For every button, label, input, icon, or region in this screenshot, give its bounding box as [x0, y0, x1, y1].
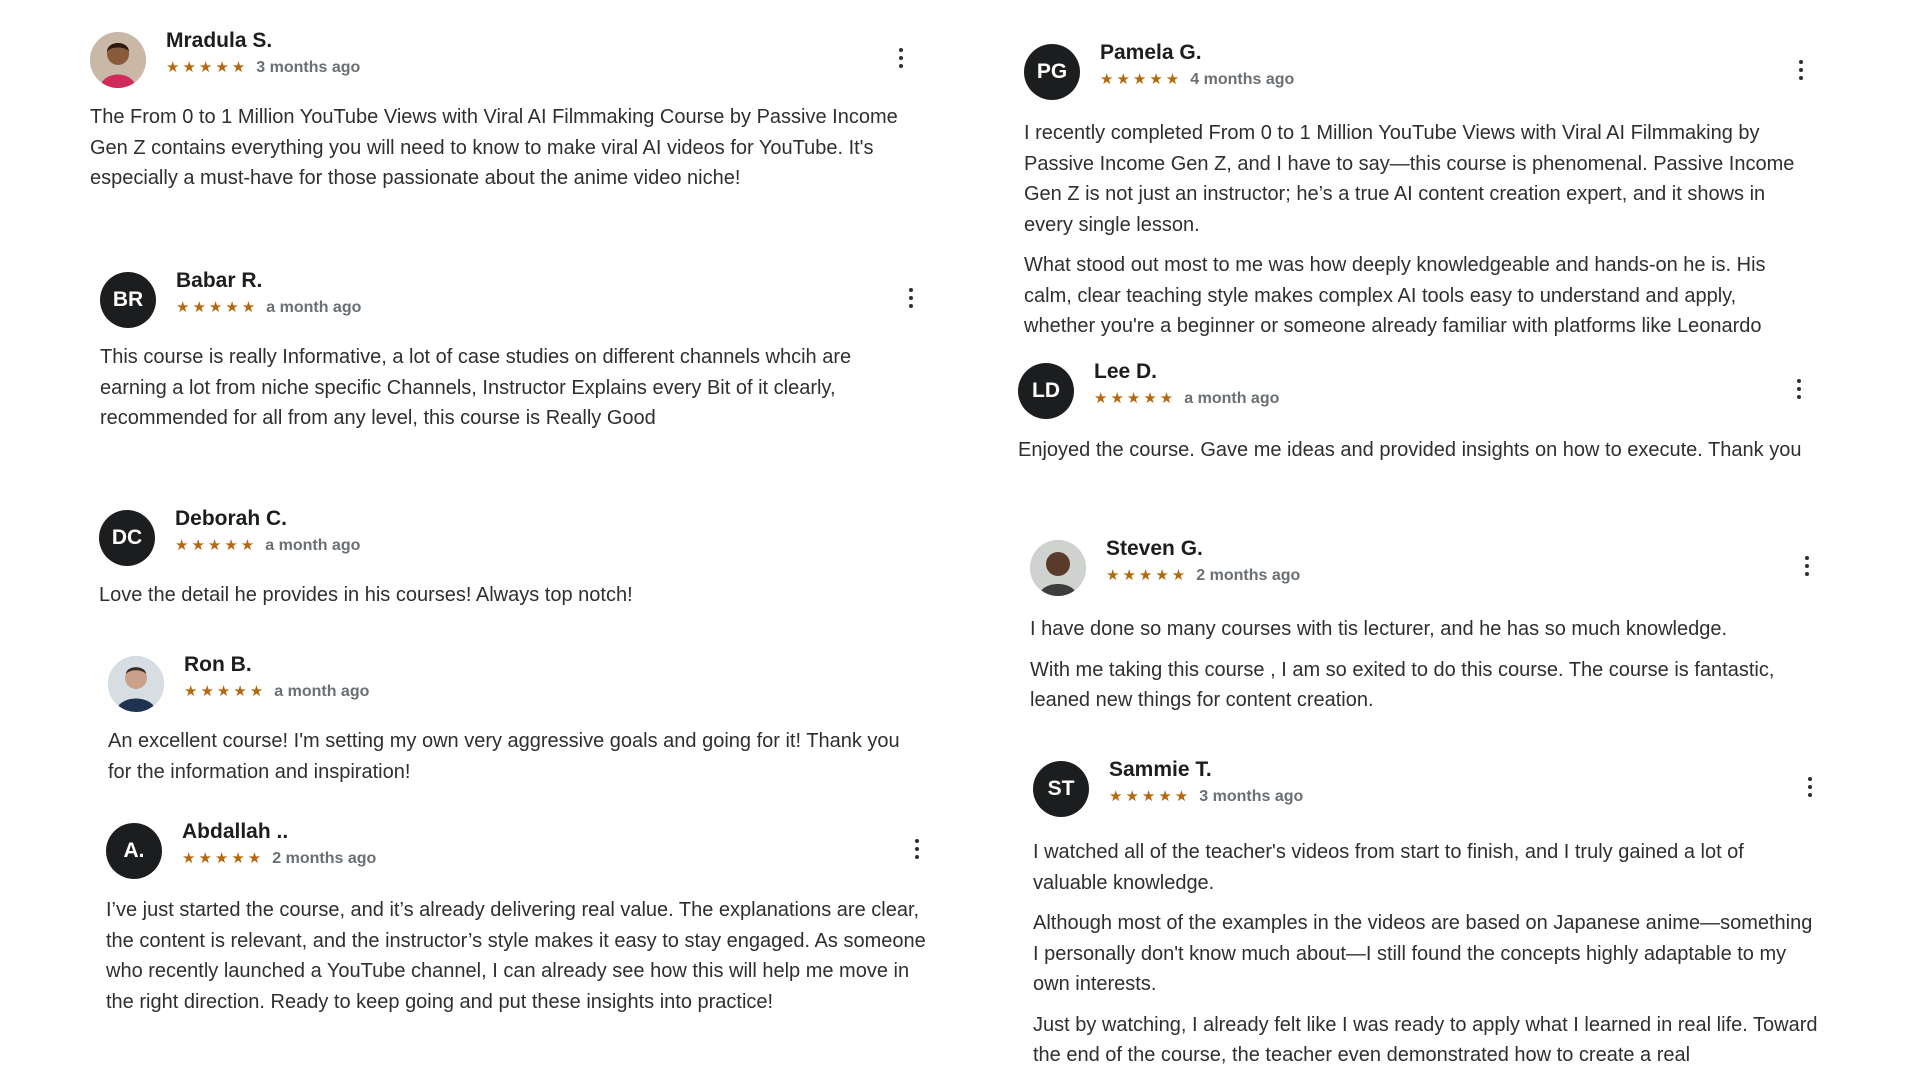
- review-date: 3 months ago: [1199, 788, 1304, 805]
- review-text: This course is really Informative, a lot…: [100, 346, 852, 429]
- review-text: Enjoyed the course. Gave me ideas and pr…: [1018, 439, 1802, 461]
- review-card: DC Deborah C. ★★★★★ a month ago Love the…: [99, 507, 919, 621]
- review-text: I watched all of the teacher's videos fr…: [1033, 841, 1744, 894]
- avatar[interactable]: [1030, 540, 1086, 596]
- review-date: a month ago: [1184, 390, 1280, 407]
- star-rating: ★★★★★: [1106, 567, 1189, 584]
- review-card: Ron B. ★★★★★ a month ago An excellent co…: [108, 653, 928, 797]
- review-card: A. Abdallah .. ★★★★★ 2 months ago I’ve j…: [106, 820, 926, 1027]
- review-date: a month ago: [266, 299, 362, 316]
- star-rating: ★★★★★: [166, 59, 249, 76]
- avatar[interactable]: DC: [99, 510, 155, 566]
- reviewer-name: Ron B.: [184, 653, 252, 676]
- star-rating: ★★★★★: [1094, 390, 1177, 407]
- review-date: 2 months ago: [1196, 567, 1301, 584]
- star-rating: ★★★★★: [176, 299, 259, 316]
- avatar[interactable]: [108, 656, 164, 712]
- more-options-icon[interactable]: [902, 286, 920, 310]
- reviewer-name: Babar R.: [176, 269, 263, 292]
- review-text: What stood out most to me was how deeply…: [1024, 254, 1766, 337]
- avatar[interactable]: LD: [1018, 363, 1074, 419]
- review-text: I recently completed From 0 to 1 Million…: [1024, 122, 1795, 236]
- review-date: a month ago: [274, 683, 370, 700]
- avatar[interactable]: ST: [1033, 761, 1089, 817]
- review-text: Although most of the examples in the vid…: [1033, 912, 1813, 995]
- review-text: Love the detail he provides in his cours…: [99, 584, 633, 606]
- review-text: The From 0 to 1 Million YouTube Views wi…: [90, 106, 898, 189]
- more-options-icon[interactable]: [892, 46, 910, 70]
- star-rating: ★★★★★: [182, 850, 265, 867]
- reviewer-name: Sammie T.: [1109, 758, 1212, 781]
- review-text: An excellent course! I'm setting my own …: [108, 730, 900, 783]
- more-options-icon[interactable]: [1792, 58, 1810, 82]
- reviewer-name: Abdallah ..: [182, 820, 289, 843]
- reviewer-name: Pamela G.: [1100, 41, 1202, 64]
- more-options-icon[interactable]: [1790, 377, 1808, 401]
- review-card: ST Sammie T. ★★★★★ 3 months ago I watche…: [1033, 758, 1819, 1080]
- review-card: PG Pamela G. ★★★★★ 4 months ago I recent…: [1024, 41, 1810, 351]
- avatar-initials: DC: [111, 526, 143, 549]
- star-rating: ★★★★★: [1109, 788, 1192, 805]
- reviewer-name: Lee D.: [1094, 360, 1158, 383]
- reviewer-name: Steven G.: [1106, 537, 1203, 560]
- review-date: 4 months ago: [1190, 71, 1295, 88]
- review-text: I have done so many courses with tis lec…: [1030, 618, 1728, 640]
- review-text: With me taking this course , I am so exi…: [1030, 658, 1775, 712]
- review-date: 2 months ago: [272, 850, 377, 867]
- review-date: 3 months ago: [256, 59, 361, 76]
- avatar-initials: LD: [1032, 379, 1060, 402]
- avatar-initials: A.: [123, 839, 145, 862]
- avatar[interactable]: PG: [1024, 44, 1080, 100]
- avatar[interactable]: A.: [106, 823, 162, 879]
- more-options-icon[interactable]: [908, 837, 926, 861]
- avatar-initials: BR: [112, 288, 144, 311]
- reviewer-name: Mradula S.: [166, 29, 273, 52]
- star-rating: ★★★★★: [1100, 71, 1183, 88]
- review-text: I’ve just started the course, and it’s a…: [106, 899, 926, 1013]
- review-date: a month ago: [265, 537, 361, 554]
- review-card: Steven G. ★★★★★ 2 months ago I have done…: [1030, 537, 1816, 726]
- reviewer-name: Deborah C.: [175, 507, 288, 530]
- more-options-icon[interactable]: [1801, 775, 1819, 799]
- review-card: LD Lee D. ★★★★★ a month ago Enjoyed the …: [1018, 360, 1808, 476]
- star-rating: ★★★★★: [175, 537, 258, 554]
- review-card: BR Babar R. ★★★★★ a month ago This cours…: [100, 269, 920, 444]
- avatar[interactable]: BR: [100, 272, 156, 328]
- more-options-icon[interactable]: [1798, 554, 1816, 578]
- reviews-page: Mradula S. ★★★★★ 3 months ago The From 0…: [0, 0, 1920, 1080]
- avatar[interactable]: [90, 32, 146, 88]
- review-card: Mradula S. ★★★★★ 3 months ago The From 0…: [90, 29, 910, 204]
- avatar-initials: PG: [1036, 60, 1068, 83]
- review-text: Just by watching, I already felt like I …: [1033, 1013, 1818, 1067]
- star-rating: ★★★★★: [184, 683, 267, 700]
- avatar-initials: ST: [1047, 777, 1075, 800]
